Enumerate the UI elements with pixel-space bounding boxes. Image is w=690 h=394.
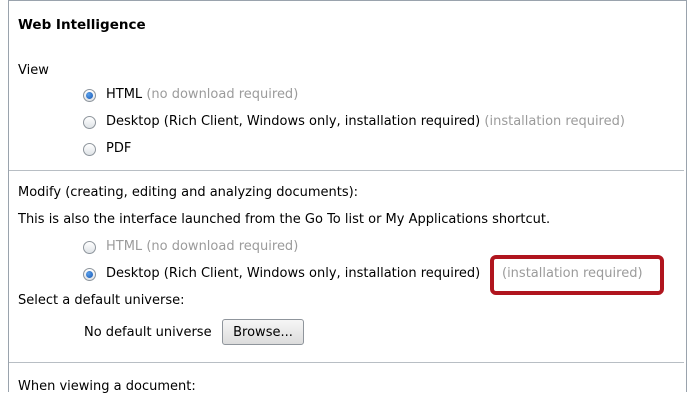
modify-html-label: HTML (106, 239, 143, 254)
radio-view-html[interactable] (83, 89, 96, 102)
modify-label: Modify (creating, editing and analyzing … (18, 185, 359, 200)
view-desktop-label: Desktop (Rich Client, Windows only, inst… (106, 114, 481, 129)
radio-modify-html[interactable] (83, 241, 96, 254)
highlight-box (490, 255, 664, 295)
radio-modify-desktop[interactable] (83, 268, 96, 281)
divider (9, 362, 684, 363)
universe-value: No default universe (84, 325, 212, 340)
view-pdf-label: PDF (106, 141, 132, 156)
radio-view-desktop[interactable] (83, 116, 96, 129)
view-html-hint: (no download required) (146, 87, 299, 102)
browse-button[interactable]: Browse... (222, 319, 304, 345)
radio-view-pdf[interactable] (83, 143, 96, 156)
section-title: Web Intelligence (18, 17, 146, 33)
universe-label: Select a default universe: (18, 293, 185, 308)
view-desktop-hint: (installation required) (484, 114, 625, 129)
view-html-label: HTML (106, 87, 143, 102)
modify-desktop-label: Desktop (Rich Client, Windows only, inst… (106, 266, 481, 281)
modify-note: This is also the interface launched from… (18, 212, 551, 227)
divider (9, 170, 684, 171)
modify-html-hint: (no download required) (146, 239, 299, 254)
view-label: View (18, 63, 49, 78)
